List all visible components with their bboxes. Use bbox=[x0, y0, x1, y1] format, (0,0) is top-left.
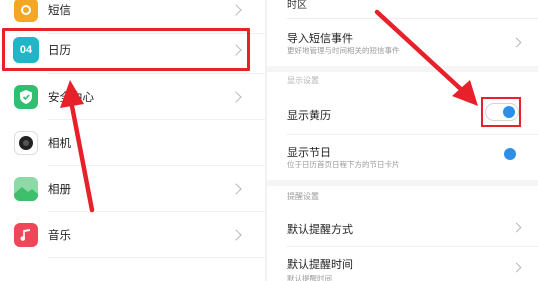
chevron-right-icon bbox=[230, 229, 242, 241]
default-reminder-method-title: 默认提醒方式 bbox=[287, 223, 353, 236]
chevron-right-icon bbox=[230, 183, 242, 195]
settings-item-camera[interactable]: 相机 bbox=[0, 120, 265, 166]
import-sms-events-title: 导入短信事件 bbox=[287, 32, 353, 45]
calendar-settings-panel: 时区 导入短信事件 更好地管理与时间相关的短信事件 显示设置 显示黄历 显示节日… bbox=[267, 0, 538, 281]
camera-icon bbox=[14, 131, 38, 155]
chevron-right-icon bbox=[511, 37, 522, 48]
toggle-knob bbox=[504, 148, 516, 160]
show-holidays-toggle[interactable] bbox=[485, 146, 519, 164]
divider bbox=[287, 134, 538, 135]
settings-item-label: 相册 bbox=[48, 182, 71, 196]
reminder-section-header: 提醒设置 bbox=[287, 192, 319, 201]
settings-item-music[interactable]: 音乐 bbox=[0, 212, 265, 258]
timezone-item-label[interactable]: 时区 bbox=[287, 0, 307, 11]
default-reminder-time-subtitle: 默认提醒时间 bbox=[287, 274, 332, 281]
import-sms-events-subtitle: 更好地管理与时间相关的短信事件 bbox=[287, 46, 400, 55]
chevron-right-icon bbox=[511, 262, 522, 273]
divider bbox=[287, 18, 538, 19]
show-holidays-title: 显示节日 bbox=[287, 146, 331, 159]
calendar-highlight-box bbox=[2, 28, 250, 71]
show-holidays-subtitle: 位于日历首页日程下方的节日卡片 bbox=[287, 160, 400, 169]
show-almanac-title: 显示黄历 bbox=[287, 109, 331, 122]
section-separator bbox=[267, 66, 538, 72]
toggle-highlight-box bbox=[481, 97, 521, 127]
settings-item-label: 短信 bbox=[48, 3, 71, 17]
divider bbox=[48, 257, 265, 258]
chevron-right-icon bbox=[230, 4, 242, 16]
settings-item-label: 安全中心 bbox=[48, 90, 94, 104]
settings-item-label: 相机 bbox=[48, 136, 71, 150]
chevron-right-icon bbox=[230, 91, 242, 103]
divider bbox=[287, 246, 538, 247]
settings-item-label: 音乐 bbox=[48, 228, 71, 242]
gallery-icon bbox=[14, 177, 38, 201]
display-section-header: 显示设置 bbox=[287, 76, 319, 85]
screenshot-stage: 短信 04 日历 安全中心 相机 相册 音乐 时区 导入短信事件 更好地管理与时… bbox=[0, 0, 538, 281]
messages-icon bbox=[14, 0, 38, 22]
settings-item-security[interactable]: 安全中心 bbox=[0, 74, 265, 120]
chevron-right-icon bbox=[511, 222, 522, 233]
shield-icon bbox=[14, 85, 38, 109]
music-icon bbox=[14, 223, 38, 247]
settings-app-list: 短信 04 日历 安全中心 相机 相册 音乐 bbox=[0, 0, 265, 281]
settings-item-gallery[interactable]: 相册 bbox=[0, 166, 265, 212]
section-separator bbox=[267, 180, 538, 186]
default-reminder-time-title: 默认提醒时间 bbox=[287, 258, 353, 271]
